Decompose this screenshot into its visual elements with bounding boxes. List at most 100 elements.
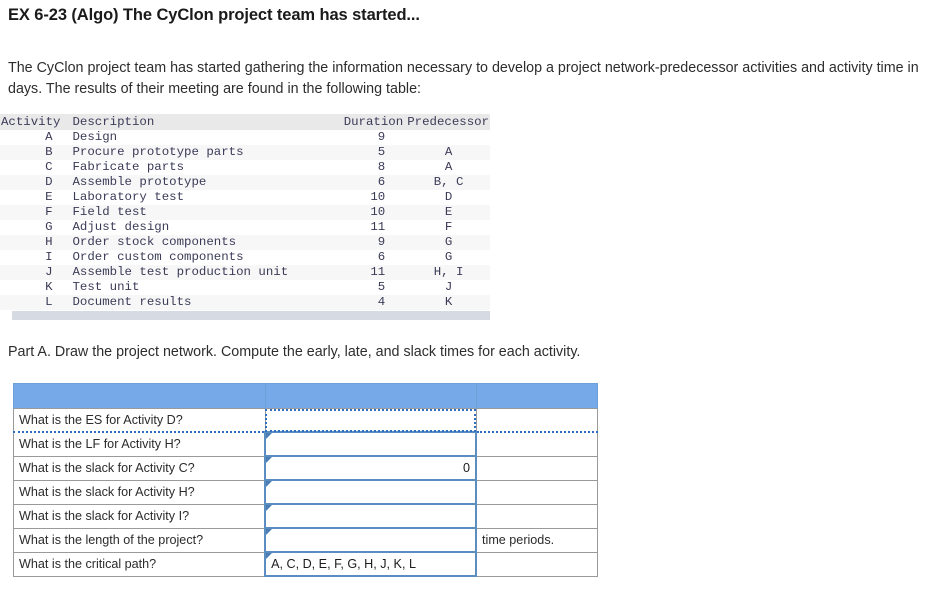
answer-input-cell[interactable] <box>264 408 477 433</box>
cell-description: Assemble test production unit <box>72 265 289 279</box>
cell-activity: G <box>45 220 53 234</box>
answer-row-es-activity-d: What is the ES for Activity D? <box>13 408 599 433</box>
table-row: L Document results 4 K <box>0 295 490 310</box>
cell-description: Test unit <box>72 280 140 294</box>
activity-table-header-row: Activity Description Duration Predecesso… <box>0 114 490 130</box>
cell-duration: 4 <box>377 295 386 309</box>
cell-predecessor: G <box>444 250 453 264</box>
cell-duration: 11 <box>370 265 386 279</box>
table-row: F Field test 10 E <box>0 205 490 220</box>
header-predecessor: Predecessor <box>407 114 490 130</box>
cell-duration: 9 <box>377 235 386 249</box>
table-row: J Assemble test production unit 11 H, I <box>0 265 490 280</box>
activity-table-body: A Design 9 B Procure prototype parts 5 A… <box>0 130 490 310</box>
cell-activity: A <box>45 130 53 144</box>
cell-activity: J <box>45 265 53 279</box>
cell-description: Order stock components <box>72 235 237 249</box>
cell-marker-icon <box>266 457 273 463</box>
answer-table-body: What is the ES for Activity D? What is t… <box>13 383 599 577</box>
answer-input-cell[interactable] <box>264 527 478 553</box>
cell-activity: D <box>45 175 53 189</box>
table-row: D Assemble prototype 6 B, C <box>0 175 490 190</box>
cell-predecessor: K <box>444 295 453 309</box>
cell-marker-icon <box>266 481 273 487</box>
cell-description: Adjust design <box>72 220 170 234</box>
header-description: Description <box>60 114 321 130</box>
table-row: I Order custom components 6 G <box>0 250 490 265</box>
cell-predecessor: A <box>444 145 453 159</box>
table-footer-bar <box>12 311 490 320</box>
cell-description: Design <box>72 130 118 144</box>
table-row: C Fabricate parts 8 A <box>0 160 490 175</box>
answer-value: 0 <box>463 461 471 475</box>
cell-activity: L <box>45 295 53 309</box>
answer-header-question <box>13 383 266 409</box>
cell-activity: E <box>45 190 53 204</box>
answer-row-slack-activity-h: What is the slack for Activity H? <box>13 479 599 505</box>
cell-predecessor: F <box>444 220 453 234</box>
cell-activity: K <box>45 280 53 294</box>
activity-table-container: Activity Description Duration Predecesso… <box>0 114 490 310</box>
question-label: What is the length of the project? <box>13 527 266 553</box>
cell-marker-icon <box>266 505 273 511</box>
cell-description: Assemble prototype <box>72 175 207 189</box>
answer-table-container: What is the ES for Activity D? What is t… <box>13 383 599 577</box>
unit-label <box>475 408 599 433</box>
question-label: What is the critical path? <box>13 551 266 577</box>
header-activity: Activity <box>0 114 61 130</box>
question-label: What is the slack for Activity H? <box>13 479 266 505</box>
cell-activity: C <box>45 160 53 174</box>
cell-description: Laboratory test <box>72 190 185 204</box>
unit-label <box>475 479 599 505</box>
cell-duration: 8 <box>377 160 386 174</box>
question-label: What is the ES for Activity D? <box>13 408 266 433</box>
answer-input-cell[interactable] <box>264 503 478 529</box>
cell-activity: F <box>45 205 53 219</box>
unit-label <box>475 503 599 529</box>
answer-input-cell[interactable] <box>264 431 478 457</box>
cell-marker-icon <box>266 433 273 439</box>
cell-predecessor <box>407 130 490 145</box>
cell-description: Fabricate parts <box>72 160 185 174</box>
answer-table-header-row <box>13 383 599 409</box>
table-row: A Design 9 <box>0 130 490 145</box>
cell-predecessor: D <box>444 190 453 204</box>
cell-duration: 11 <box>370 220 386 234</box>
cell-duration: 6 <box>377 175 386 189</box>
cell-duration: 9 <box>377 130 386 144</box>
cell-duration: 10 <box>370 190 386 204</box>
activity-table-head: Activity Description Duration Predecesso… <box>0 114 490 130</box>
cell-marker-icon <box>266 553 273 559</box>
table-row: B Procure prototype parts 5 A <box>0 145 490 160</box>
answer-header-input <box>264 383 477 409</box>
cell-activity: H <box>45 235 53 249</box>
cell-duration: 5 <box>377 280 386 294</box>
table-row: K Test unit 5 J <box>0 280 490 295</box>
cell-activity: B <box>45 145 53 159</box>
cell-activity: I <box>45 250 53 264</box>
cell-duration: 5 <box>377 145 386 159</box>
cell-marker-icon <box>266 529 273 535</box>
page-title: EX 6-23 (Algo) The CyClon project team h… <box>8 6 420 24</box>
cell-duration: 10 <box>370 205 386 219</box>
cell-description: Procure prototype parts <box>72 145 244 159</box>
answer-input-cell[interactable] <box>264 479 478 505</box>
cell-predecessor: B, C <box>433 175 464 189</box>
answer-input-cell[interactable]: 0 <box>264 455 478 481</box>
answer-row-slack-activity-i: What is the slack for Activity I? <box>13 503 599 529</box>
unit-label <box>475 455 599 481</box>
cell-predecessor: E <box>444 205 453 219</box>
answer-row-slack-activity-c: What is the slack for Activity C? 0 <box>13 455 599 481</box>
cell-predecessor: A <box>444 160 453 174</box>
answer-input-cell[interactable]: A, C, D, E, F, G, H, J, K, L <box>264 551 478 577</box>
cell-description: Field test <box>72 205 147 219</box>
question-label: What is the slack for Activity C? <box>13 455 266 481</box>
question-label: What is the LF for Activity H? <box>13 431 266 457</box>
unit-label: time periods. <box>475 527 599 553</box>
table-row: E Laboratory test 10 D <box>0 190 490 205</box>
answer-row-critical-path: What is the critical path? A, C, D, E, F… <box>13 551 599 577</box>
cell-description: Document results <box>72 295 192 309</box>
answer-row-lf-activity-h: What is the LF for Activity H? <box>13 431 599 457</box>
part-a-instruction: Part A. Draw the project network. Comput… <box>8 344 581 360</box>
answer-header-unit <box>475 383 599 409</box>
